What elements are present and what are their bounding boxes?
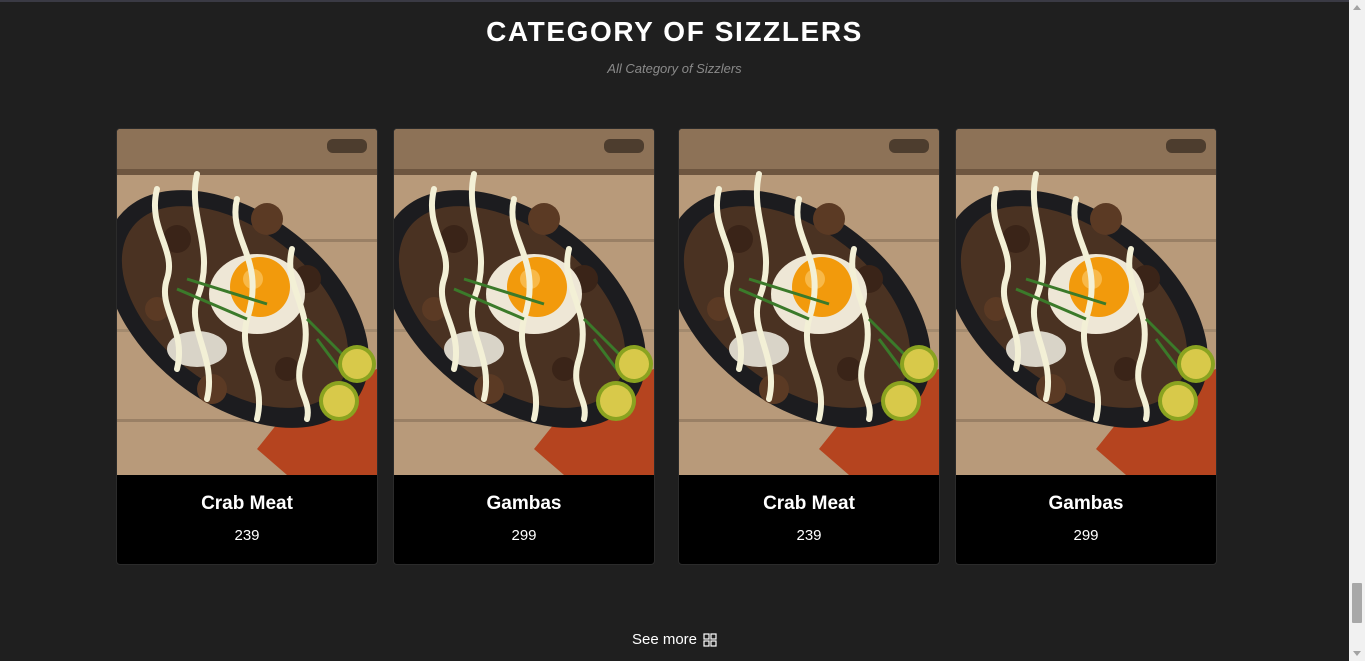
product-name: Crab Meat xyxy=(763,493,855,514)
product-card[interactable]: Gambas 299 xyxy=(955,128,1217,565)
top-border xyxy=(0,0,1349,2)
scroll-down-icon[interactable] xyxy=(1353,651,1361,656)
product-name: Crab Meat xyxy=(201,493,293,514)
grid-icon xyxy=(703,632,717,647)
scrollbar-thumb[interactable] xyxy=(1352,583,1362,623)
section-title: CATEGORY OF SIZZLERS xyxy=(486,16,863,47)
scroll-up-icon[interactable] xyxy=(1353,5,1361,10)
product-card[interactable]: Crab Meat 239 xyxy=(678,128,940,565)
product-price: 239 xyxy=(796,527,822,544)
product-price: 239 xyxy=(234,527,260,544)
sizzler-photo xyxy=(117,129,377,475)
product-name: Gambas xyxy=(1048,493,1124,514)
product-card[interactable]: Crab Meat 239 xyxy=(116,128,378,565)
product-price: 299 xyxy=(1073,527,1099,544)
vertical-scrollbar[interactable] xyxy=(1349,0,1365,661)
sizzler-photo xyxy=(394,129,654,475)
see-more-label: See more xyxy=(631,631,698,648)
section-subtitle: All Category of Sizzlers xyxy=(607,61,742,76)
product-price: 299 xyxy=(511,527,537,544)
sizzler-photo xyxy=(956,129,1216,475)
product-card[interactable]: Gambas 299 xyxy=(393,128,655,565)
sizzler-photo xyxy=(679,129,939,475)
see-more-link[interactable]: See more xyxy=(0,631,1349,648)
product-name: Gambas xyxy=(486,493,562,514)
